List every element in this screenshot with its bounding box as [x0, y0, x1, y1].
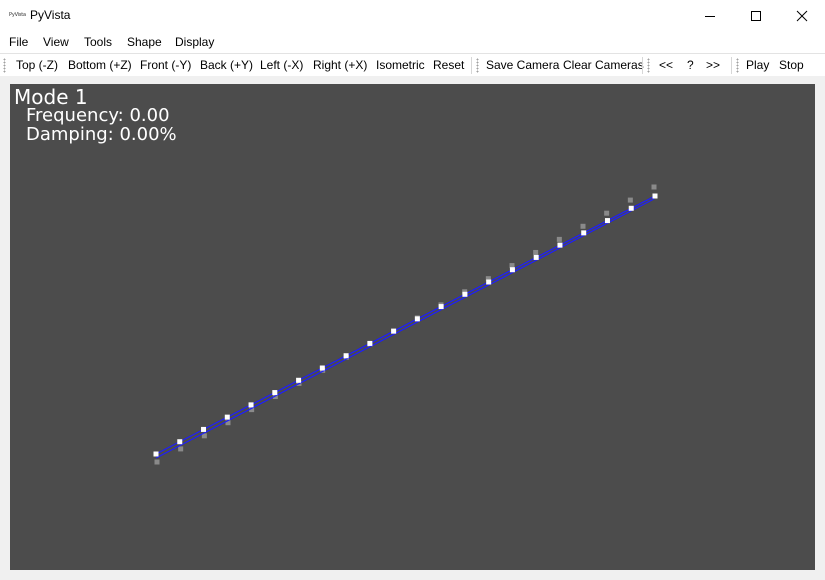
toolbar: Top (-Z) Bottom (+Z) Front (-Y) Back (+Y…	[0, 53, 825, 77]
mesh-node	[533, 254, 539, 260]
mesh-node	[557, 242, 563, 248]
previous-button[interactable]: <<	[659, 58, 673, 72]
mesh-node	[628, 205, 634, 211]
view-back-button[interactable]: Back (+Y)	[200, 58, 253, 72]
toolbar-separator	[731, 57, 732, 74]
beam-line	[155, 195, 656, 455]
ghost-node	[154, 459, 160, 465]
clear-cameras-button[interactable]: Clear Cameras	[563, 58, 644, 72]
mesh-node	[224, 414, 230, 420]
mesh-node	[462, 291, 468, 297]
mesh-node	[153, 451, 159, 457]
view-right-button[interactable]: Right (+X)	[313, 58, 367, 72]
help-button[interactable]: ?	[687, 58, 694, 72]
view-top-button[interactable]: Top (-Z)	[16, 58, 58, 72]
mesh-node	[414, 316, 420, 322]
mesh-node	[177, 439, 183, 445]
window-title: PyVista	[30, 8, 71, 22]
mesh-node	[319, 365, 325, 371]
view-front-button[interactable]: Front (-Y)	[140, 58, 191, 72]
reset-camera-button[interactable]: Reset	[433, 58, 464, 72]
menu-shape[interactable]: Shape	[127, 35, 162, 49]
mesh-scene	[153, 184, 658, 465]
maximize-button[interactable]	[733, 0, 779, 31]
menu-display[interactable]: Display	[175, 35, 214, 49]
mesh-node	[486, 279, 492, 285]
minimize-button[interactable]	[687, 0, 733, 31]
title-bar: PyVista PyVista	[0, 0, 825, 32]
toolbar-separator	[471, 57, 472, 74]
mesh-node	[201, 426, 207, 432]
render-viewport[interactable]: Mode 1 Frequency: 0.00 Damping: 0.00%	[10, 84, 815, 570]
menu-view[interactable]: View	[43, 35, 69, 49]
ghost-node	[580, 223, 586, 229]
beam-lines	[155, 195, 656, 459]
maximize-icon	[751, 11, 761, 21]
ghost-node	[178, 446, 184, 452]
mesh-node	[652, 193, 658, 199]
view-bottom-button[interactable]: Bottom (+Z)	[68, 58, 132, 72]
ghost-node	[533, 249, 539, 255]
ghost-node	[651, 184, 657, 190]
toolbar-handle[interactable]	[736, 58, 739, 73]
mesh-node	[272, 390, 278, 396]
ghost-node	[604, 210, 610, 216]
next-button[interactable]: >>	[706, 58, 720, 72]
beam-line	[155, 198, 655, 459]
mesh-node	[604, 218, 610, 224]
mesh-node	[438, 304, 444, 310]
play-button[interactable]: Play	[746, 58, 769, 72]
mesh-node	[367, 340, 373, 346]
minimize-icon	[705, 16, 715, 17]
toolbar-handle[interactable]	[3, 58, 6, 73]
mesh-node	[581, 230, 587, 236]
view-left-button[interactable]: Left (-X)	[260, 58, 303, 72]
mesh-node	[391, 328, 397, 334]
mesh-node	[296, 377, 302, 383]
view-isometric-button[interactable]: Isometric	[376, 58, 425, 72]
toolbar-separator	[642, 57, 643, 74]
stop-button[interactable]: Stop	[779, 58, 804, 72]
close-button[interactable]	[779, 0, 825, 31]
menu-tools[interactable]: Tools	[84, 35, 112, 49]
ghost-node	[627, 197, 633, 203]
ghost-node	[556, 236, 562, 242]
mesh-node	[509, 267, 515, 273]
pyvista-logo-icon: PyVista	[9, 12, 26, 18]
menu-file[interactable]: File	[9, 35, 28, 49]
menu-bar: File View Tools Shape Display	[0, 31, 825, 53]
close-icon	[796, 10, 808, 22]
save-camera-button[interactable]: Save Camera	[486, 58, 559, 72]
mesh-node	[343, 353, 349, 359]
mesh-node	[248, 402, 254, 408]
toolbar-handle[interactable]	[647, 58, 650, 73]
toolbar-handle[interactable]	[476, 58, 479, 73]
